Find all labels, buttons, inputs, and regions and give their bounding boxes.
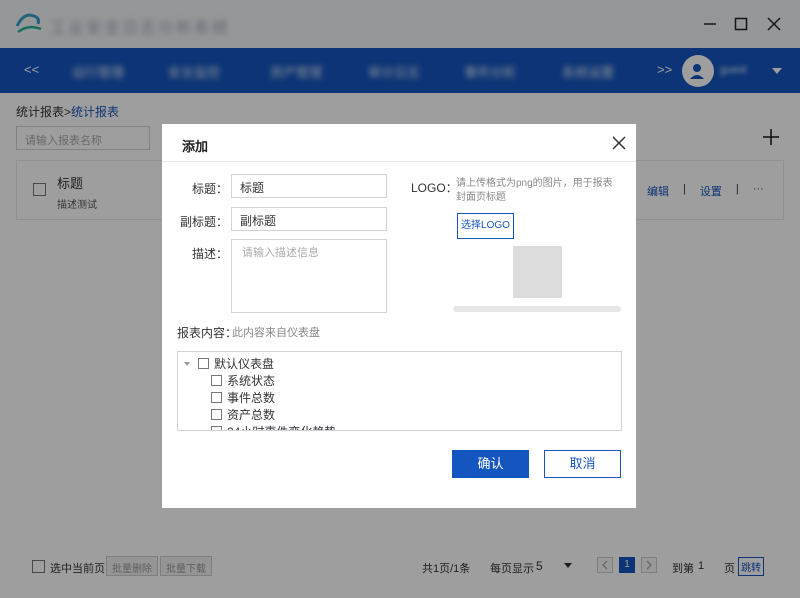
tree-node-root[interactable]: 默认仪表盘 — [184, 355, 274, 372]
select-logo-button[interactable]: 选择LOGO — [457, 213, 514, 239]
tree-node-label: 24小时事件变化趋势 — [227, 423, 336, 430]
tree-checkbox[interactable] — [211, 375, 222, 386]
tree-node-child[interactable]: 事件总数 — [211, 389, 275, 406]
tree-node-label: 系统状态 — [227, 374, 276, 388]
title-field-label: 标题： — [191, 182, 228, 196]
caret-down-icon[interactable] — [184, 361, 190, 366]
logo-hint: 请上传格式为png的图片，用于报表封面页标题 — [456, 178, 613, 203]
tree-node-child[interactable]: 24小时事件变化趋势 — [211, 423, 336, 430]
dialog-title: 添加 — [182, 139, 209, 154]
tree-node-label: 默认仪表盘 — [214, 357, 275, 371]
tree-checkbox[interactable] — [211, 409, 222, 420]
report-content-label: 报表内容： — [177, 326, 238, 340]
tree-node-child[interactable]: 系统状态 — [211, 372, 275, 389]
dialog-header: 添加 — [162, 124, 636, 162]
tree-node-label: 资产总数 — [227, 408, 276, 422]
logo-upload-progress — [453, 306, 621, 312]
tree-checkbox[interactable] — [211, 426, 222, 430]
subtitle-field-label: 副标题： — [179, 215, 228, 229]
title-field[interactable]: 标题 — [231, 174, 387, 198]
description-field-label: 描述： — [191, 247, 228, 261]
dialog-close-button[interactable] — [611, 135, 627, 151]
confirm-button[interactable]: 确认 — [452, 450, 529, 478]
tree-checkbox[interactable] — [211, 392, 222, 403]
dashboard-tree: 默认仪表盘 系统状态 事件总数 资产总数 24小时事件变化趋势 — [177, 351, 622, 431]
subtitle-field[interactable]: 副标题 — [231, 207, 387, 231]
tree-node-label: 事件总数 — [227, 391, 276, 405]
tree-checkbox[interactable] — [198, 358, 209, 369]
cancel-button[interactable]: 取消 — [544, 450, 621, 478]
logo-preview-image — [513, 246, 562, 298]
add-report-dialog: 添加 标题： 标题 副标题： 副标题 描述： 请输入描述信息 LOGO： 请上传… — [162, 124, 636, 508]
tree-node-child[interactable]: 资产总数 — [211, 406, 275, 423]
logo-label: LOGO： — [411, 181, 458, 195]
report-content-hint: 此内容来自仪表盘 — [232, 327, 320, 339]
description-field[interactable]: 请输入描述信息 — [231, 239, 387, 313]
